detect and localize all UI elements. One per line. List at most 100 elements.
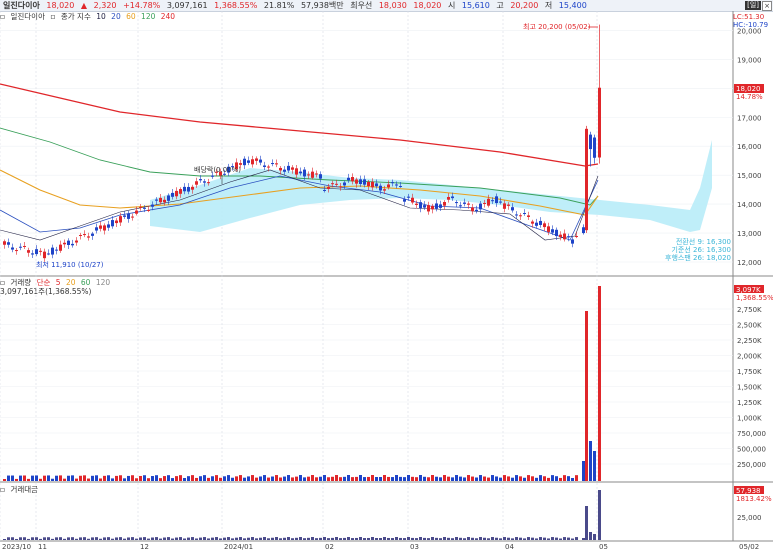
candle-body (147, 209, 150, 211)
candle-body (593, 137, 596, 158)
candle-body (7, 242, 10, 245)
volume-bar (91, 475, 94, 481)
amount-bars[interactable] (3, 490, 601, 540)
volume-bar (415, 477, 418, 481)
candle-body (431, 205, 434, 210)
volume-bar (331, 476, 334, 481)
amount-bar (83, 537, 86, 540)
volume-bar (399, 476, 402, 481)
amount-bar (167, 537, 170, 540)
volume-bar (295, 476, 298, 481)
volume-bar (231, 477, 234, 481)
amount-bar (191, 537, 194, 540)
amount-bar (363, 538, 366, 540)
amount-bar (375, 538, 378, 540)
candle-body (27, 250, 30, 253)
amount-bar (563, 537, 566, 540)
amount-bar (279, 538, 282, 540)
volume-bar (327, 477, 330, 481)
price-y-tick: 19,000 (737, 56, 762, 64)
volume-bar (123, 478, 126, 481)
volume-bar (303, 477, 306, 481)
candle-body (351, 177, 354, 182)
volume-bar (523, 477, 526, 481)
volume-bar (319, 476, 322, 481)
volume-bar (3, 479, 6, 481)
amount-bar (103, 537, 106, 540)
candle-body (51, 247, 54, 255)
volume-bar (223, 476, 226, 481)
amount-bar (171, 538, 174, 540)
volume-bar (71, 475, 74, 481)
candle-body (299, 171, 302, 174)
candle-body (363, 179, 366, 185)
amount-bar (311, 537, 314, 540)
candle-body (243, 158, 246, 166)
candles[interactable] (3, 24, 601, 262)
candle-body (559, 234, 562, 238)
volume-bar (171, 478, 174, 481)
stock-chart[interactable]: 20,00019,00018,00017,00016,00015,00014,0… (0, 0, 773, 552)
volume-bar (363, 477, 366, 481)
volume-bar (207, 477, 210, 481)
amount-bar (483, 537, 486, 540)
volume-y-tick: 500,000 (737, 446, 766, 454)
candle-body (475, 209, 478, 212)
candle-body (323, 189, 326, 191)
volume-bar (155, 475, 158, 481)
volume-bars[interactable] (3, 286, 601, 481)
volume-bar (299, 475, 302, 481)
volume-bar (451, 477, 454, 481)
amount-bar (123, 538, 126, 540)
amount-bar (598, 490, 601, 540)
amount-bar (427, 538, 430, 540)
amount-bar (127, 537, 130, 540)
candle-body (187, 186, 190, 192)
candle-body (139, 206, 142, 208)
candle-body (23, 245, 26, 247)
amount-bar (299, 537, 302, 540)
amount-bar (15, 538, 18, 540)
candle-body (79, 234, 82, 236)
volume-bar (27, 478, 30, 481)
candle-body (567, 236, 570, 238)
candle-body (411, 197, 414, 203)
ichimoku-conversion: 전환선 9: 16,300 (676, 237, 731, 246)
volume-bar (143, 475, 146, 481)
amount-bar (151, 537, 154, 540)
volume-bar (235, 476, 238, 481)
volume-bar (219, 477, 222, 481)
volume-bar (367, 476, 370, 481)
volume-bar (527, 475, 530, 481)
volume-y-tick: 1,750K (737, 368, 762, 376)
candle-body (251, 159, 254, 165)
amount-bar (315, 538, 318, 540)
candle-body (31, 253, 34, 255)
amount-bar (447, 537, 450, 540)
candle-body (263, 165, 266, 167)
candle-body (111, 220, 114, 227)
candle-body (582, 227, 585, 234)
candle-body (207, 182, 210, 184)
volume-bar (423, 476, 426, 481)
candle-body (127, 213, 130, 219)
amount-bar (135, 538, 138, 540)
volume-bar (503, 475, 506, 481)
volume-bar (115, 475, 118, 481)
volume-bar (407, 475, 410, 481)
amount-bar (207, 538, 210, 540)
amount-bar (547, 538, 550, 540)
candle-body (167, 195, 170, 201)
ichimoku-base: 기준선 26: 16,300 (671, 245, 731, 254)
amount-bar (411, 537, 414, 540)
volume-bar (443, 475, 446, 481)
volume-bar (471, 476, 474, 481)
amount-bar (535, 538, 538, 540)
volume-bar (539, 475, 542, 481)
amount-bar (391, 538, 394, 540)
candle-body (439, 204, 442, 208)
price-y-tick: 12,000 (737, 259, 762, 267)
volume-bar (83, 475, 86, 481)
volume-bar (307, 476, 310, 481)
volume-bar (139, 475, 142, 481)
